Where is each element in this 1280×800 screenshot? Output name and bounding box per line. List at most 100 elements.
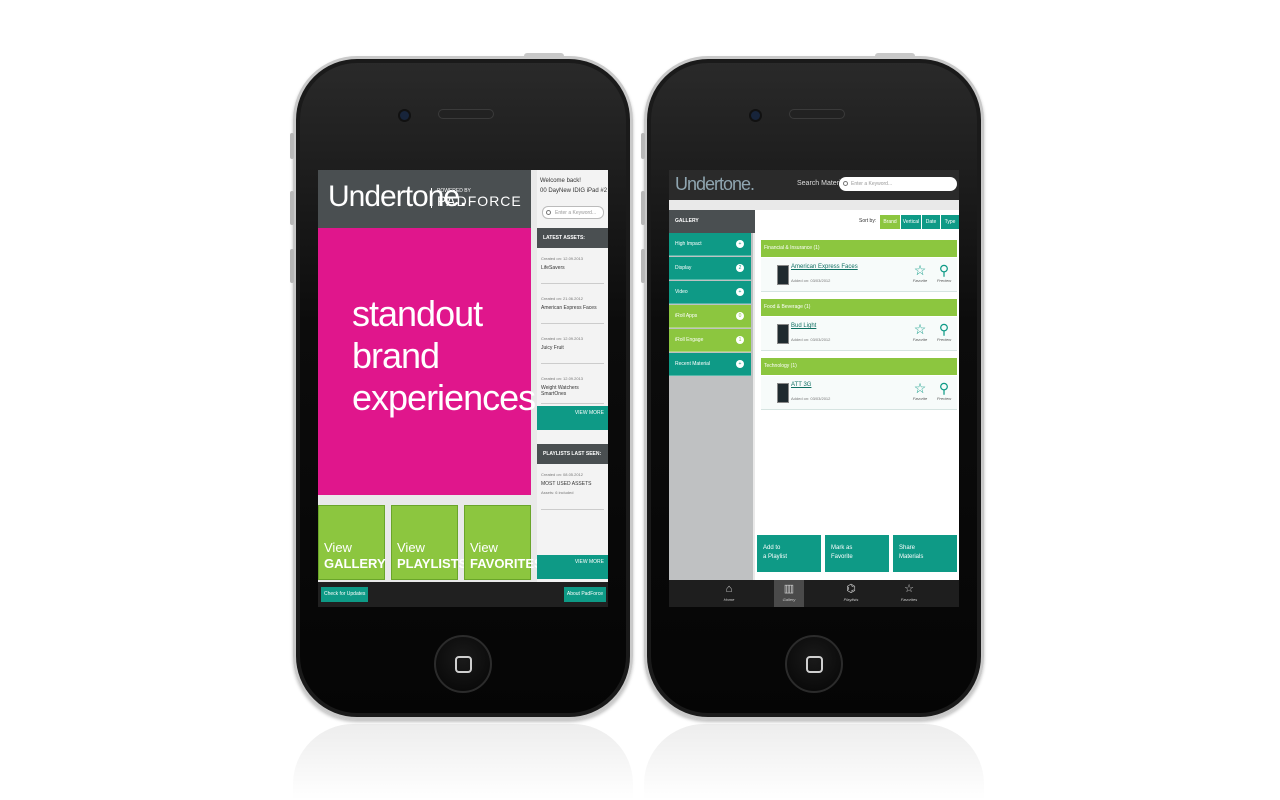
welcome-message: Welcome back! 00 DayNew IDIG iPad #2 [540, 176, 607, 196]
view-favorites-tile[interactable]: View FAVORITES [464, 505, 543, 580]
action-line1: Mark as [831, 545, 853, 551]
material-added-date: Added on: 03/03/2012 [791, 337, 831, 342]
tile-label: GALLERY [324, 556, 386, 571]
search-icon [843, 181, 848, 186]
sort-date-button[interactable]: Date [922, 215, 940, 229]
preview-label: Preview [936, 337, 952, 342]
nav-item-label: High Impact [675, 241, 702, 247]
view-tiles: View GALLERY View PLAYLISTS View FAVORIT… [318, 505, 543, 580]
preview-label: Preview [936, 396, 952, 401]
tab-label: Gallery [782, 597, 796, 602]
playlist-meta: Assets: 6 included [541, 490, 574, 495]
sort-type-button[interactable]: Type [941, 215, 959, 229]
material-name[interactable]: American Express Faces [791, 264, 858, 270]
hero-headline: standout brand experiences. [352, 293, 545, 418]
sort-by-label: Sort by: [859, 218, 877, 224]
favorite-action[interactable]: ☆ Favorite [909, 262, 931, 283]
tile-label-prefix: View [470, 540, 498, 555]
right-screen: Undertone. Search Material: Enter a Keyw… [669, 170, 959, 607]
padforce-logo: PADFORCE [437, 193, 522, 209]
action-line1: Add to [763, 545, 781, 551]
playlists-last-seen-header: PLAYLISTS LAST SEEN: [537, 444, 608, 464]
nav-item-display[interactable]: Display 2 [669, 257, 751, 280]
category-header: Technology (1) [761, 358, 957, 375]
tab-favorites[interactable]: ☆ Favorites [879, 580, 939, 607]
favorite-action[interactable]: ☆ Favorite [909, 380, 931, 401]
add-to-playlist-button[interactable]: Add to a Playlist [757, 535, 821, 572]
search-icon [546, 210, 551, 215]
keyword-search-input[interactable]: Enter a Keyword... [542, 206, 604, 219]
magnifier-icon: ⚲ [938, 321, 950, 337]
view-more-playlists-button[interactable]: VIEW MORE [537, 555, 608, 579]
nav-item-count: + [736, 288, 744, 296]
material-added-date: Added on: 03/03/2012 [791, 278, 831, 283]
phone-left: Undertone. POWERED BY PADFORCE standout … [290, 53, 633, 720]
front-camera [400, 111, 409, 120]
playlist-date: Created on: 08.05.2012 [541, 472, 584, 477]
check-updates-button[interactable]: Check for Updates [321, 587, 369, 602]
about-padforce-button[interactable]: About PadForce [563, 587, 606, 602]
favorite-action[interactable]: ☆ Favorite [909, 321, 931, 342]
volume-up-button [290, 191, 294, 225]
power-button [875, 53, 915, 58]
tab-home[interactable]: ⌂ Home [699, 580, 759, 607]
tab-gallery[interactable]: ▥ Gallery [774, 580, 804, 607]
playlist-icon: ⌬ [846, 583, 856, 595]
playlist-name: MOST USED ASSETS [541, 481, 592, 487]
preview-action[interactable]: ⚲ Preview [933, 262, 955, 283]
share-materials-button[interactable]: Share Materials [893, 535, 957, 572]
sort-brand-button[interactable]: Brand [880, 215, 900, 229]
nav-item-count: 1 [736, 336, 744, 344]
tab-playlists[interactable]: ⌬ Playlists [821, 580, 881, 607]
material-name[interactable]: Bud Light [791, 323, 816, 329]
playlist-item[interactable]: Created on: 08.05.2012 MOST USED ASSETS … [541, 466, 604, 510]
nav-item-iroll-engage[interactable]: iRoll Engage 1 [669, 329, 751, 352]
sort-vertical-button[interactable]: Vertical [901, 215, 921, 229]
material-row[interactable]: ATT 3G Added on: 03/03/2012 ☆ Favorite ⚲ P… [761, 376, 957, 410]
preview-action[interactable]: ⚲ Preview [933, 321, 955, 342]
latest-asset-item[interactable]: Created on: 12.09.2013 Weight Watchers S… [541, 370, 604, 404]
gallery-icon: ▥ [783, 583, 795, 595]
front-camera [751, 111, 760, 120]
search-placeholder: Enter a Keyword... [851, 181, 893, 187]
favorite-label: Favorite [912, 396, 928, 401]
mark-favorite-button[interactable]: Mark as Favorite [825, 535, 889, 572]
home-square-icon [455, 656, 472, 673]
gallery-title: GALLERY [669, 210, 755, 233]
view-gallery-tile[interactable]: View GALLERY [318, 505, 386, 580]
material-search-input[interactable]: Enter a Keyword... [839, 177, 957, 191]
nav-item-high-impact[interactable]: High Impact + [669, 233, 751, 256]
latest-asset-item[interactable]: Created on: 12.09.2013 LifeSavers [541, 250, 604, 284]
latest-asset-item[interactable]: Created on: 12.09.2013 Juicy Fruit [541, 330, 604, 364]
volume-up-button [641, 191, 645, 225]
preview-action[interactable]: ⚲ Preview [933, 380, 955, 401]
tile-label: FAVORITES [470, 556, 543, 571]
asset-date: Created on: 12.09.2013 [541, 336, 584, 341]
material-row[interactable]: American Express Faces Added on: 03/03/2… [761, 258, 957, 292]
nav-item-iroll-apps[interactable]: iRoll Apps 0 [669, 305, 751, 328]
home-square-icon [806, 656, 823, 673]
left-screen: Undertone. POWERED BY PADFORCE standout … [318, 170, 608, 607]
preview-label: Preview [936, 278, 952, 283]
latest-asset-item[interactable]: Created on: 21.06.2012 American Express … [541, 290, 604, 324]
asset-name: Weight Watchers SmartOnes [541, 385, 579, 397]
star-icon: ☆ [913, 321, 927, 337]
material-row[interactable]: Bud Light Added on: 03/03/2012 ☆ Favorite… [761, 317, 957, 351]
material-name[interactable]: ATT 3G [791, 382, 811, 388]
device-name: 00 DayNew IDIG iPad #2 [540, 188, 608, 194]
action-line2: Materials [899, 554, 924, 560]
nav-item-recent-material[interactable]: Recent Material + [669, 353, 751, 376]
nav-item-count: 0 [736, 312, 744, 320]
material-added-date: Added on: 03/03/2012 [791, 396, 831, 401]
view-playlists-tile[interactable]: View PLAYLISTS [391, 505, 467, 580]
material-list: Sort by: Brand Vertical Date Type Financ… [755, 210, 959, 580]
mute-switch [641, 133, 645, 159]
phone-right-reflection [644, 724, 984, 800]
nav-item-video[interactable]: Video + [669, 281, 751, 304]
nav-item-label: iRoll Apps [675, 313, 698, 319]
power-button [524, 53, 564, 58]
view-more-assets-button[interactable]: VIEW MORE [537, 406, 608, 430]
earpiece-speaker [789, 109, 845, 119]
tab-label: Home [723, 597, 735, 602]
magnifier-icon: ⚲ [938, 262, 950, 278]
